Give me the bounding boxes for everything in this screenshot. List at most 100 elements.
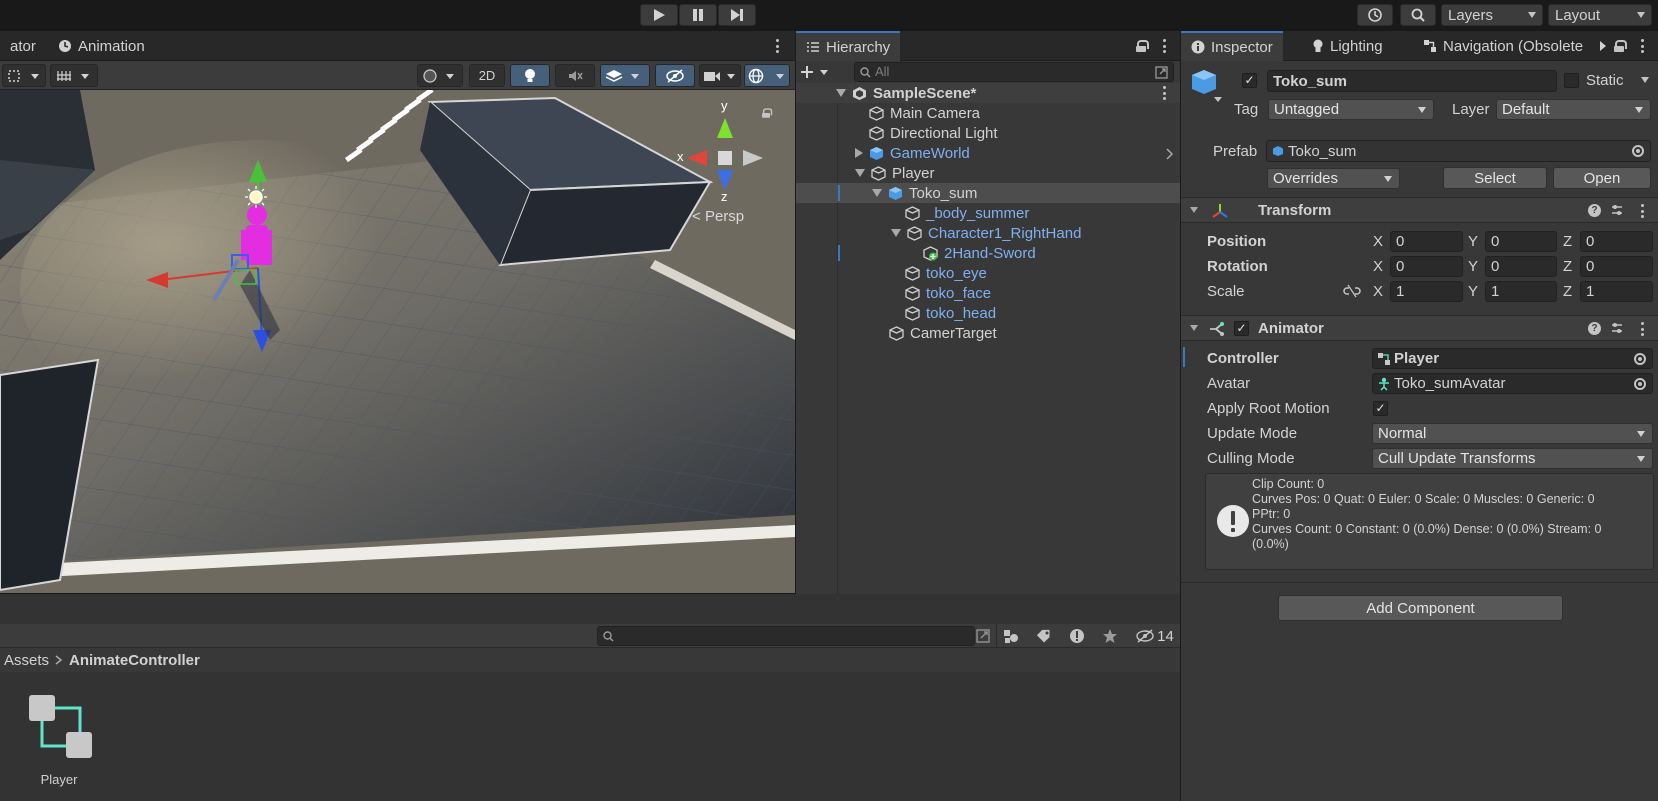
- asset-item[interactable]: Player: [20, 690, 98, 790]
- object-name-field[interactable]: Toko_sum: [1267, 70, 1557, 92]
- lock-icon[interactable]: [1136, 40, 1149, 52]
- fold-arrow-icon[interactable]: [1189, 324, 1199, 332]
- hierarchy-item[interactable]: GameWorld: [796, 143, 1180, 163]
- unlink-icon[interactable]: [1343, 284, 1361, 298]
- preset-icon[interactable]: [1610, 321, 1624, 335]
- inspector-menu-icon[interactable]: [1641, 39, 1645, 53]
- preset-icon[interactable]: [1610, 203, 1624, 217]
- fold-arrow-icon[interactable]: [855, 169, 865, 177]
- orientation-gizmo[interactable]: y x z < Persp: [670, 98, 773, 230]
- rotation-y-field[interactable]: 0: [1485, 256, 1557, 277]
- filter-type-button[interactable]: [996, 624, 1024, 648]
- scene-visibility-toggle[interactable]: [655, 64, 695, 87]
- fold-arrow-icon[interactable]: [836, 89, 846, 97]
- hierarchy-search-input[interactable]: All: [854, 62, 1174, 82]
- controller-field[interactable]: Player: [1372, 348, 1653, 369]
- tab-navigation[interactable]: Navigation (Obsolete: [1413, 31, 1593, 61]
- hierarchy-item-selected[interactable]: Toko_sum: [796, 183, 1180, 203]
- hierarchy-item[interactable]: Player: [796, 163, 1180, 183]
- active-checkbox[interactable]: ✓: [1242, 73, 1257, 88]
- open-button[interactable]: Open: [1553, 167, 1651, 189]
- hierarchy-item[interactable]: Character1_RightHand: [796, 223, 1180, 243]
- prefab-asset-field[interactable]: Toko_sum: [1266, 140, 1651, 162]
- camera-settings-button[interactable]: [699, 64, 741, 87]
- shading-mode-button[interactable]: [417, 64, 463, 87]
- culling-mode-dropdown[interactable]: Cull Update Transforms: [1372, 448, 1653, 469]
- create-button[interactable]: [801, 61, 839, 83]
- scale-z-field[interactable]: 1: [1580, 281, 1653, 302]
- lock-icon[interactable]: [762, 108, 773, 118]
- layers-dropdown[interactable]: Layers: [1441, 4, 1543, 26]
- fold-arrow-icon[interactable]: [1189, 206, 1199, 214]
- hierarchy-item[interactable]: toko_head: [796, 303, 1180, 323]
- add-component-button[interactable]: Add Component: [1278, 595, 1563, 621]
- scene-row[interactable]: SampleScene*: [796, 83, 1180, 103]
- tag-dropdown[interactable]: Untagged: [1268, 99, 1434, 120]
- grid-tool-button[interactable]: [50, 64, 98, 87]
- rotation-z-field[interactable]: 0: [1580, 256, 1653, 277]
- tab-lighting[interactable]: Lighting: [1302, 31, 1393, 61]
- help-icon[interactable]: ?: [1588, 322, 1601, 335]
- position-y-field[interactable]: 0: [1485, 231, 1557, 252]
- breadcrumb-current[interactable]: AnimateController: [69, 652, 200, 669]
- tab-animator[interactable]: ator: [0, 31, 46, 61]
- lighting-toggle[interactable]: [510, 64, 550, 87]
- project-search-input[interactable]: [597, 626, 975, 646]
- snap-tool-button[interactable]: [2, 64, 46, 87]
- scale-x-field[interactable]: 1: [1390, 281, 1463, 302]
- transform-header[interactable]: Transform ?: [1181, 197, 1658, 223]
- position-x-field[interactable]: 0: [1390, 231, 1463, 252]
- prefab-object-icon[interactable]: [1190, 68, 1224, 104]
- tab-hierarchy[interactable]: Hierarchy: [796, 31, 901, 61]
- component-menu-icon[interactable]: [1641, 204, 1645, 218]
- help-icon[interactable]: ?: [1588, 204, 1601, 217]
- effects-toggle[interactable]: [600, 64, 650, 87]
- scene-menu-icon[interactable]: [776, 39, 780, 53]
- chevron-right-icon[interactable]: [1166, 148, 1174, 160]
- hidden-packages-toggle[interactable]: 14: [1131, 624, 1179, 648]
- hierarchy-item[interactable]: _body_summer: [796, 203, 1180, 223]
- hierarchy-item[interactable]: CamerTarget: [796, 323, 1180, 343]
- console-error-button[interactable]: [1063, 624, 1091, 648]
- breadcrumb-root[interactable]: Assets: [4, 652, 49, 669]
- fold-arrow-icon[interactable]: [872, 189, 882, 197]
- object-picker-icon[interactable]: [1632, 145, 1644, 157]
- audio-toggle[interactable]: [555, 64, 595, 87]
- hierarchy-item[interactable]: Main Camera: [796, 103, 1180, 123]
- pause-button[interactable]: [679, 4, 717, 26]
- position-z-field[interactable]: 0: [1580, 231, 1653, 252]
- play-button[interactable]: [640, 4, 678, 26]
- animator-header[interactable]: ✓ Animator ?: [1181, 315, 1658, 341]
- maximize-icon[interactable]: [976, 629, 990, 643]
- static-checkbox[interactable]: [1564, 73, 1579, 88]
- select-button[interactable]: Select: [1443, 167, 1547, 189]
- rotation-x-field[interactable]: 0: [1390, 256, 1463, 277]
- tab-inspector[interactable]: Inspector: [1181, 31, 1283, 61]
- splitter[interactable]: [795, 31, 796, 594]
- apply-root-motion-checkbox[interactable]: ✓: [1373, 401, 1388, 416]
- mode-2d-button[interactable]: 2D: [469, 64, 505, 87]
- filter-label-button[interactable]: [1030, 624, 1058, 648]
- component-menu-icon[interactable]: [1641, 322, 1645, 336]
- layout-dropdown[interactable]: Layout: [1548, 4, 1652, 26]
- overrides-dropdown[interactable]: Overrides: [1267, 168, 1400, 189]
- fold-arrow-icon[interactable]: [855, 148, 863, 158]
- search-button[interactable]: [1400, 4, 1436, 26]
- scene-viewport[interactable]: y x z < Persp: [0, 90, 795, 593]
- avatar-field[interactable]: Toko_sumAvatar: [1372, 373, 1653, 394]
- favorites-button[interactable]: [1096, 624, 1124, 648]
- history-button[interactable]: [1357, 4, 1393, 26]
- tab-overflow-icon[interactable]: [1599, 40, 1607, 52]
- layer-dropdown[interactable]: Default: [1496, 99, 1651, 120]
- hierarchy-item[interactable]: toko_eye: [796, 263, 1180, 283]
- hierarchy-item[interactable]: Directional Light: [796, 123, 1180, 143]
- scale-y-field[interactable]: 1: [1485, 281, 1557, 302]
- object-picker-icon[interactable]: [1634, 378, 1646, 390]
- projection-label[interactable]: < Persp: [692, 208, 744, 225]
- splitter[interactable]: [1180, 31, 1181, 801]
- chevron-down-icon[interactable]: [1640, 76, 1650, 84]
- tab-animation[interactable]: Animation: [48, 31, 155, 61]
- hierarchy-item[interactable]: 2Hand-Sword: [796, 243, 1180, 263]
- step-button[interactable]: [718, 4, 756, 26]
- update-mode-dropdown[interactable]: Normal: [1372, 423, 1653, 444]
